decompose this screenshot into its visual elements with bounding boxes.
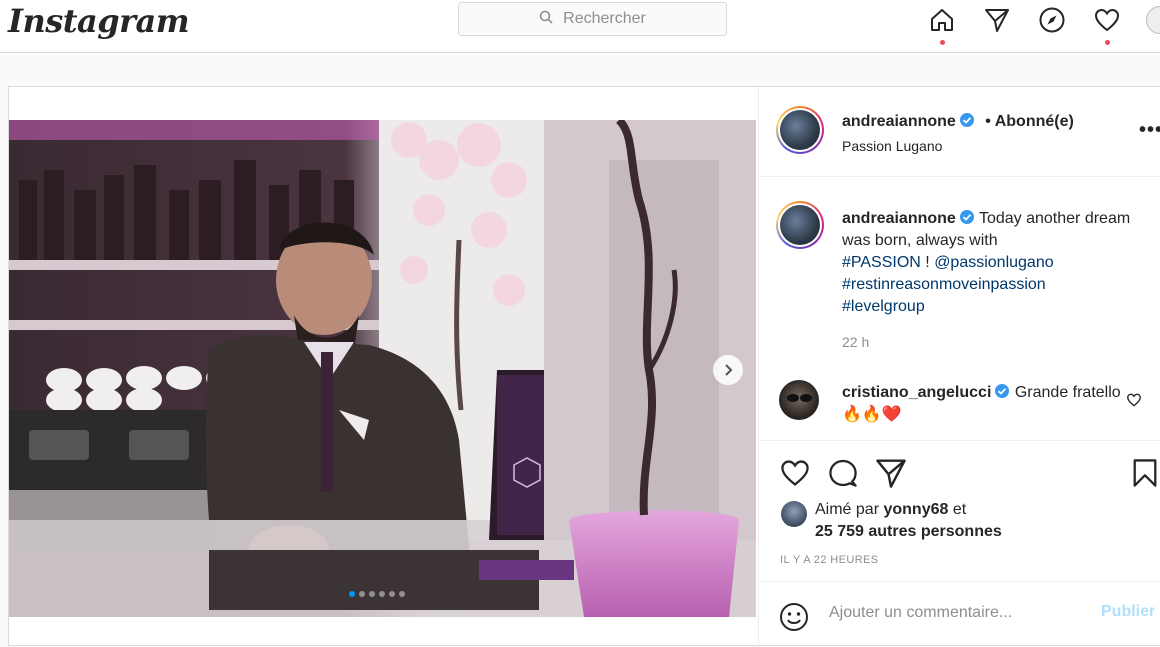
post-image[interactable] [9,120,756,617]
commenter-avatar[interactable] [779,380,819,420]
search-icon [539,10,557,28]
likes-middle: et [952,501,967,518]
comment-icon[interactable] [827,457,859,489]
mention-passionlugano[interactable]: @passionlugano [934,254,1053,271]
top-navigation-bar: Instagram Rechercher [0,0,1160,53]
author-username[interactable]: andreaiannone [842,113,956,130]
carousel-dot [359,591,365,597]
search-box[interactable]: Rechercher [458,2,727,36]
publish-button[interactable]: Publier [1101,603,1155,621]
verified-badge-icon [959,113,974,127]
hashtag-passion[interactable]: #PASSION [842,254,921,271]
likes-prefix: Aimé par [815,501,880,518]
hashtag-levelgroup[interactable]: #levelgroup [842,298,925,315]
more-options-icon[interactable]: ••• [1139,119,1160,142]
carousel-dot [389,591,395,597]
post-header: andreaiannone • Abonné(e) Passion Lugano… [759,87,1160,177]
comment-emoji: 🔥🔥❤️ [842,406,902,423]
post-photo [9,120,756,617]
instagram-logo[interactable]: Instagram [8,2,190,40]
liker-avatar[interactable] [781,501,807,527]
liker-username[interactable]: yonny68 [883,501,948,518]
post-card: andreaiannone • Abonné(e) Passion Lugano… [8,86,1160,647]
chevron-right-icon [725,364,733,376]
carousel-indicator [349,591,405,597]
post-location[interactable]: Passion Lugano [842,138,942,154]
add-comment-bar: Publier [759,581,1160,647]
comment-username[interactable]: cristiano_angelucci [842,384,991,401]
direct-icon[interactable] [981,4,1013,36]
author-line: andreaiannone • Abonné(e) [842,112,1074,131]
comment-text: Grande fratello [1014,384,1121,401]
author-avatar[interactable] [776,106,824,154]
explore-icon[interactable] [1036,4,1068,36]
profile-avatar[interactable] [1146,6,1160,34]
comment-like-icon[interactable] [1126,392,1142,413]
follow-status[interactable]: • Abonné(e) [985,113,1074,130]
caption-author-avatar[interactable] [776,201,824,249]
carousel-dot [349,591,355,597]
emoji-icon[interactable] [779,602,809,637]
verified-badge-icon [959,210,974,224]
activity-icon[interactable] [1091,4,1123,36]
comment-input[interactable] [829,602,1089,624]
home-notification-dot [940,40,945,45]
post-sidebar: andreaiannone • Abonné(e) Passion Lugano… [758,87,1160,647]
post-caption: andreaiannone Today another dream was bo… [842,208,1160,318]
comment: cristiano_angelucci Grande fratello 🔥🔥❤️ [842,382,1122,426]
like-icon[interactable] [779,457,811,489]
carousel-dot [399,591,405,597]
home-icon[interactable] [926,4,958,36]
save-icon[interactable] [1129,457,1160,489]
verified-badge-icon [995,384,1010,398]
carousel-dot [379,591,385,597]
carousel-dot [369,591,375,597]
activity-notification-dot [1105,40,1110,45]
hashtag-restinreason[interactable]: #restinreasonmoveinpassion [842,276,1046,293]
caption-username[interactable]: andreaiannone [842,210,956,227]
search-placeholder: Rechercher [563,10,646,27]
divider [759,440,1160,441]
likes-others[interactable]: 25 759 autres personnes [815,523,1002,540]
carousel-next-button[interactable] [713,355,743,385]
post-timestamp[interactable]: IL Y A 22 HEURES [780,554,879,566]
caption-time[interactable]: 22 h [842,334,869,350]
caption-separator: ! [920,254,935,271]
share-icon[interactable] [875,457,907,489]
likes-summary: Aimé par yonny68 et 25 759 autres person… [781,499,1121,543]
